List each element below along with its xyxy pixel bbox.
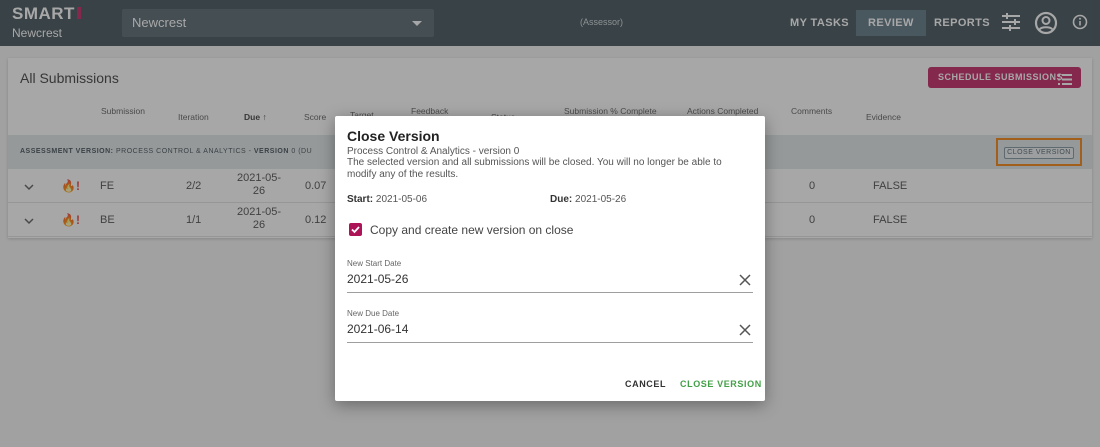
- new-start-date-label: New Start Date: [347, 259, 402, 268]
- close-version-dialog: Close Version Process Control & Analytic…: [335, 116, 765, 401]
- close-version-confirm-button[interactable]: CLOSE VERSION: [680, 379, 762, 389]
- new-due-date-label: New Due Date: [347, 309, 400, 318]
- new-due-date-input[interactable]: [347, 322, 727, 336]
- dialog-start-date: Start: 2021-05-06: [347, 194, 428, 205]
- copy-version-checkbox-label: Copy and create new version on close: [370, 223, 574, 237]
- new-start-date-input[interactable]: [347, 272, 727, 286]
- dialog-subtitle: Process Control & Analytics - version 0: [347, 146, 520, 157]
- cancel-button[interactable]: CANCEL: [625, 379, 666, 389]
- new-start-date-field: New Start Date: [347, 259, 753, 293]
- dialog-title: Close Version: [347, 128, 440, 144]
- copy-version-checkbox[interactable]: [349, 223, 362, 236]
- dialog-description: The selected version and all submissions…: [347, 157, 722, 180]
- dialog-due-date: Due: 2021-05-26: [550, 194, 627, 205]
- clear-icon[interactable]: [739, 273, 751, 291]
- new-due-date-field: New Due Date: [347, 309, 753, 343]
- clear-icon[interactable]: [739, 323, 751, 341]
